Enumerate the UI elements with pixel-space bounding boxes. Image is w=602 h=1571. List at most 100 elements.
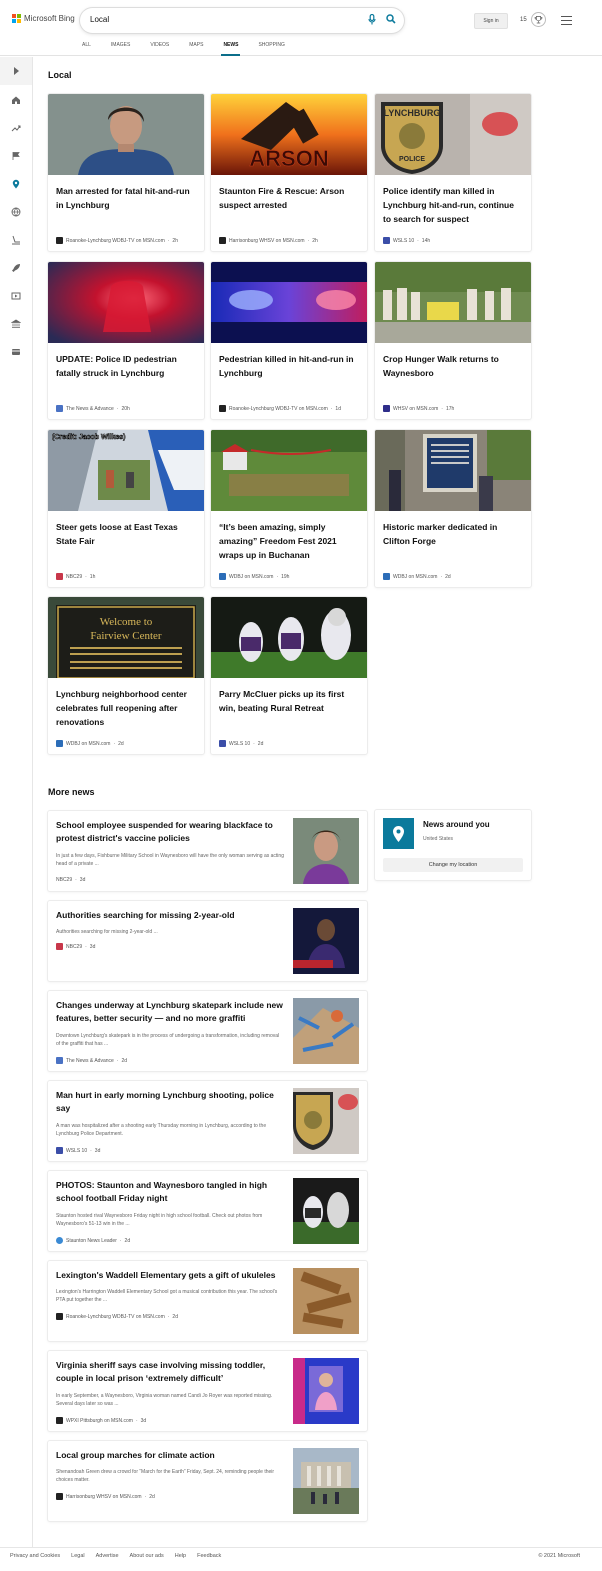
arson-image-text: ARSON [249, 146, 328, 171]
local-news-card[interactable]: UPDATE: Police ID pedestrian fatally str… [48, 262, 204, 419]
card-age: 1d [335, 405, 341, 412]
local-news-card[interactable]: (Credit: Jacob Wilkes) Steer gets loose … [48, 430, 204, 587]
footer-link-help[interactable]: Help [175, 1553, 186, 1559]
news-source: WPXI Pittsburgh on MSN.com · 3d [56, 1417, 146, 1424]
wdbj-logo-icon [56, 237, 63, 244]
news-thumbnail-football [293, 1178, 359, 1244]
local-news-card[interactable]: LYNCHBURG POLICE Police identify man kil… [375, 94, 531, 251]
footer-link-privacy[interactable]: Privacy and Cookies [10, 1553, 60, 1559]
search-query[interactable]: Local [90, 15, 109, 24]
copyright: © 2021 Microsoft [538, 1553, 580, 1559]
rail-expand[interactable] [0, 57, 32, 85]
news-list-item[interactable]: School employee suspended for wearing bl… [48, 811, 367, 891]
news-list-item[interactable]: Authorities searching for missing 2-year… [48, 901, 367, 981]
news-list-item[interactable]: Local group marches for climate action S… [48, 1441, 367, 1521]
card-title[interactable]: Staunton Fire & Rescue: Arson suspect ar… [219, 184, 359, 212]
local-news-card[interactable]: Crop Hunger Walk returns to Waynesboro W… [375, 262, 531, 419]
news-title[interactable]: Man hurt in early morning Lynchburg shoo… [56, 1089, 284, 1115]
card-title[interactable]: Police identify man killed in Lynchburg … [383, 184, 523, 226]
news-title[interactable]: School employee suspended for wearing bl… [56, 819, 284, 845]
flag-icon[interactable] [11, 151, 21, 161]
news-thumbnail-police-patch [293, 1088, 359, 1154]
card-title[interactable]: UPDATE: Police ID pedestrian fatally str… [56, 352, 196, 380]
news-snippet: Shenandoah Green drew a crowd for “March… [56, 1469, 275, 1483]
tab-videos[interactable]: VIDEOS [150, 42, 169, 56]
news-thumbnail-skatepark [293, 998, 359, 1064]
news-age: 2d [172, 1313, 178, 1320]
rewards-trophy-icon[interactable] [531, 12, 546, 27]
card-title[interactable]: Lynchburg neighborhood center celebrates… [56, 687, 196, 729]
local-news-card[interactable]: ARSON Staunton Fire & Rescue: Arson susp… [211, 94, 367, 251]
location-icon[interactable] [11, 179, 21, 189]
card-source: The News & Advance · 20h [56, 405, 130, 412]
news-title[interactable]: Lexington's Waddell Elementary gets a gi… [56, 1269, 284, 1282]
source-name: Harrisonburg WHSV on MSN.com [229, 237, 305, 244]
local-news-card[interactable]: Welcome to Fairview Center Lynchburg nei… [48, 597, 204, 754]
change-location-button[interactable]: Change my location [383, 858, 523, 872]
wsls-logo-icon [219, 740, 226, 747]
card-title[interactable]: Parry McCluer picks up its first win, be… [219, 687, 359, 715]
footer-link-legal[interactable]: Legal [71, 1553, 84, 1559]
microphone-icon[interactable] [368, 14, 376, 25]
search-icon[interactable] [386, 14, 396, 24]
footer-link-about-ads[interactable]: About our ads [130, 1553, 164, 1559]
news-source: The News & Advance · 2d [56, 1057, 127, 1064]
card-title[interactable]: Crop Hunger Walk returns to Waynesboro [383, 352, 523, 380]
news-title[interactable]: Local group marches for climate action [56, 1449, 284, 1462]
local-news-card[interactable]: Pedestrian killed in hit-and-run in Lync… [211, 262, 367, 419]
card-age: 2h [312, 237, 318, 244]
globe-icon[interactable] [11, 207, 21, 217]
source-name: WDBJ on MSN.com [229, 573, 274, 580]
news-title[interactable]: Authorities searching for missing 2-year… [56, 909, 284, 922]
source-name: WSLS 10 [393, 237, 415, 244]
whsv-logo-icon [56, 1493, 63, 1500]
bank-icon[interactable] [11, 319, 21, 329]
bing-logo[interactable]: Microsoft Bing [12, 14, 75, 23]
card-title[interactable]: Man arrested for fatal hit-and-run in Ly… [56, 184, 196, 212]
rocket-icon[interactable] [11, 263, 21, 273]
news-list-item[interactable]: Virginia sheriff says case involving mis… [48, 1351, 367, 1431]
card-image-freedom-fest [211, 430, 367, 511]
hamburger-menu-icon[interactable] [561, 16, 572, 28]
card-icon[interactable] [11, 347, 21, 357]
sports-icon[interactable] [11, 235, 21, 245]
whsv-logo-icon [219, 237, 226, 244]
tab-images[interactable]: IMAGES [111, 42, 130, 56]
card-title[interactable]: Historic marker dedicated in Clifton For… [383, 520, 523, 548]
rewards-points[interactable]: 15 [520, 17, 527, 23]
home-icon[interactable] [11, 95, 21, 105]
card-title[interactable]: Steer gets loose at East Texas State Fai… [56, 520, 196, 548]
footer-link-feedback[interactable]: Feedback [197, 1553, 221, 1559]
source-name: WDBJ on MSN.com [393, 573, 438, 580]
tab-shopping[interactable]: SHOPPING [258, 42, 284, 56]
news-title[interactable]: Virginia sheriff says case involving mis… [56, 1359, 284, 1385]
source-name: Roanoke-Lynchburg WDBJ-TV on MSN.com [229, 405, 328, 412]
local-news-card[interactable]: Man arrested for fatal hit-and-run in Ly… [48, 94, 204, 251]
local-news-card[interactable]: Historic marker dedicated in Clifton For… [375, 430, 531, 587]
sign-in-button[interactable]: Sign in [474, 13, 508, 29]
news-list-item[interactable]: Changes underway at Lynchburg skatepark … [48, 991, 367, 1071]
more-news-title: More news [48, 787, 95, 797]
news-list-item[interactable]: Lexington's Waddell Elementary gets a gi… [48, 1261, 367, 1341]
footer-link-advertise[interactable]: Advertise [96, 1553, 119, 1559]
card-title[interactable]: “It’s been amazing, simply amazing” Free… [219, 520, 359, 562]
news-list-item[interactable]: Man hurt in early morning Lynchburg shoo… [48, 1081, 367, 1161]
card-title[interactable]: Pedestrian killed in hit-and-run in Lync… [219, 352, 359, 380]
card-image-historic-marker [375, 430, 531, 511]
local-news-card[interactable]: “It’s been amazing, simply amazing” Free… [211, 430, 367, 587]
source-name: NBC29 [66, 573, 83, 580]
news-list-item[interactable]: PHOTOS: Staunton and Waynesboro tangled … [48, 1171, 367, 1251]
source-name: Harrisonburg WHSV on MSN.com [66, 1493, 142, 1500]
tab-all[interactable]: ALL [82, 42, 91, 56]
news-snippet: In just a few days, Fishburne Military S… [56, 853, 284, 867]
expand-icon[interactable] [11, 66, 21, 76]
search-input[interactable]: Local [80, 8, 404, 33]
local-news-card[interactable]: Parry McCluer picks up its first win, be… [211, 597, 367, 754]
trending-icon[interactable] [11, 123, 21, 133]
news-title[interactable]: PHOTOS: Staunton and Waynesboro tangled … [56, 1179, 284, 1205]
news-age: 3d [140, 1417, 147, 1424]
tab-maps[interactable]: MAPS [189, 42, 203, 56]
news-title[interactable]: Changes underway at Lynchburg skatepark … [56, 999, 284, 1025]
tab-news[interactable]: NEWS [221, 42, 241, 56]
video-icon[interactable] [11, 291, 21, 301]
